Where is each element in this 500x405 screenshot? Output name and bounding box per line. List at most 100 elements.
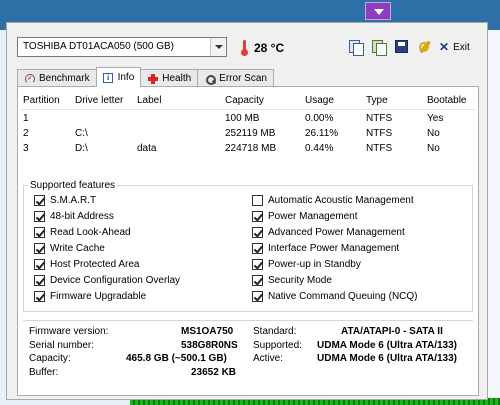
checkbox[interactable] <box>252 211 263 222</box>
column-header[interactable]: Partition <box>23 95 60 106</box>
standard-value: ATA/ATAPI-0 - SATA II <box>341 326 443 337</box>
table-cell: data <box>137 143 157 154</box>
table-cell: D:\ <box>75 143 88 154</box>
exit-button[interactable]: ✕ Exit <box>439 37 470 57</box>
checkbox[interactable] <box>252 275 263 286</box>
tab-info[interactable]: i Info <box>95 67 142 87</box>
checkbox[interactable] <box>34 243 45 254</box>
feature-write-cache[interactable]: Write Cache <box>34 243 105 254</box>
table-cell: No <box>427 143 440 154</box>
desktop-shortcut-icon[interactable] <box>365 2 391 20</box>
checkbox[interactable] <box>34 291 45 302</box>
supported-label: Supported: <box>253 340 302 351</box>
group-title: Supported features <box>28 180 118 191</box>
feature-48bit-address[interactable]: 48-bit Address <box>34 211 114 222</box>
checkbox[interactable] <box>252 259 263 270</box>
column-header[interactable]: Capacity <box>225 95 264 106</box>
feature-security-mode[interactable]: Security Mode <box>252 275 332 286</box>
tab-benchmark[interactable]: Benchmark <box>17 69 97 87</box>
checkbox[interactable] <box>252 227 263 238</box>
tab-label: Health <box>162 73 192 84</box>
checkbox[interactable] <box>252 195 263 206</box>
info-icon: i <box>103 72 114 83</box>
table-cell: 0.44% <box>305 143 334 154</box>
drive-select-value: TOSHIBA DT01ACA050 (500 GB) <box>23 41 174 52</box>
feature-ncq[interactable]: Native Command Queuing (NCQ) <box>252 291 418 302</box>
column-header[interactable]: Label <box>137 95 161 106</box>
checkbox[interactable] <box>252 291 263 302</box>
temperature-display: 28 °C <box>241 38 284 58</box>
options-icon[interactable] <box>416 38 433 55</box>
table-row[interactable]: 2 C:\ 252119 MB 26.11% NTFS No <box>21 125 475 140</box>
temperature-value: 28 °C <box>254 41 285 55</box>
checkbox[interactable] <box>34 259 45 270</box>
checkbox[interactable] <box>34 195 45 206</box>
column-header[interactable]: Type <box>366 95 388 106</box>
hdtune-window: TOSHIBA DT01ACA050 (500 GB) 28 °C ✕ Exit… <box>6 22 488 400</box>
tab-bar: Benchmark i Info Health Error Scan <box>17 67 274 87</box>
feature-label: Firmware Upgradable <box>50 291 147 302</box>
checkbox[interactable] <box>34 275 45 286</box>
feature-firmware-upgradable[interactable]: Firmware Upgradable <box>34 291 146 302</box>
feature-label: Host Protected Area <box>50 259 140 270</box>
feature-ipm[interactable]: Interface Power Management <box>252 243 399 254</box>
exit-label: Exit <box>453 41 470 53</box>
feature-label: 48-bit Address <box>50 211 114 222</box>
save-icon[interactable] <box>393 38 410 55</box>
feature-label: Interface Power Management <box>268 243 400 254</box>
close-icon: ✕ <box>439 40 450 54</box>
feature-label: Read Look-Ahead <box>50 227 131 238</box>
feature-label: Power Management <box>268 211 358 222</box>
health-icon <box>147 73 158 84</box>
chevron-down-icon[interactable] <box>210 38 226 56</box>
tab-health[interactable]: Health <box>140 69 199 87</box>
tab-label: Info <box>117 72 135 83</box>
table-cell: 3 <box>23 143 29 154</box>
checkbox[interactable] <box>34 227 45 238</box>
table-header: Partition Drive letter Label Capacity Us… <box>21 90 475 110</box>
table-cell: NTFS <box>366 128 393 139</box>
checkbox[interactable] <box>34 211 45 222</box>
feature-smart[interactable]: S.M.A.R.T <box>34 195 96 206</box>
table-cell: NTFS <box>366 143 393 154</box>
toolbar <box>347 38 433 56</box>
feature-host-protected-area[interactable]: Host Protected Area <box>34 259 140 270</box>
serial-value: 538G8R0NS <box>181 340 238 351</box>
table-cell: 2 <box>23 128 29 139</box>
buffer-value: 23652 KB <box>191 367 237 378</box>
table-cell: 224718 MB <box>225 143 277 154</box>
copy-screenshot-icon[interactable] <box>370 38 387 56</box>
table-cell: No <box>427 128 440 139</box>
feature-device-config-overlay[interactable]: Device Configuration Overlay <box>34 275 180 286</box>
column-header[interactable]: Usage <box>305 95 334 106</box>
copy-icon[interactable] <box>347 38 364 56</box>
feature-label: Automatic Acoustic Management <box>268 195 414 206</box>
checkbox[interactable] <box>252 243 263 254</box>
column-header[interactable]: Drive letter <box>75 95 123 106</box>
feature-power-up-standby[interactable]: Power-up in Standby <box>252 259 361 270</box>
table-cell: 252119 MB <box>225 128 276 139</box>
feature-read-look-ahead[interactable]: Read Look-Ahead <box>34 227 131 238</box>
active-label: Active: <box>253 353 284 364</box>
buffer-label: Buffer: <box>29 367 59 378</box>
table-cell: 1 <box>23 113 29 124</box>
tab-error-scan[interactable]: Error Scan <box>197 69 274 87</box>
table-row[interactable]: 3 D:\ data 224718 MB 0.44% NTFS No <box>21 140 475 155</box>
drive-select[interactable]: TOSHIBA DT01ACA050 (500 GB) <box>17 37 227 57</box>
tab-label: Error Scan <box>219 73 267 84</box>
partition-table[interactable]: Partition Drive letter Label Capacity Us… <box>21 90 475 155</box>
firmware-label: Firmware version: <box>29 326 109 337</box>
feature-aam[interactable]: Automatic Acoustic Management <box>252 195 414 206</box>
thermometer-icon <box>241 40 248 56</box>
table-row[interactable]: 1 100 MB 0.00% NTFS Yes <box>21 110 475 125</box>
table-cell: 0.00% <box>305 113 334 124</box>
capacity-value: 465.8 GB (~500.1 GB) <box>126 353 227 364</box>
capacity-label: Capacity: <box>29 353 71 364</box>
feature-power-management[interactable]: Power Management <box>252 211 358 222</box>
table-cell: Yes <box>427 113 444 124</box>
column-header[interactable]: Bootable <box>427 95 466 106</box>
serial-label: Serial number: <box>29 340 95 351</box>
feature-apm[interactable]: Advanced Power Management <box>252 227 405 238</box>
table-cell: C:\ <box>75 128 88 139</box>
table-cell: 26.11% <box>305 128 339 139</box>
